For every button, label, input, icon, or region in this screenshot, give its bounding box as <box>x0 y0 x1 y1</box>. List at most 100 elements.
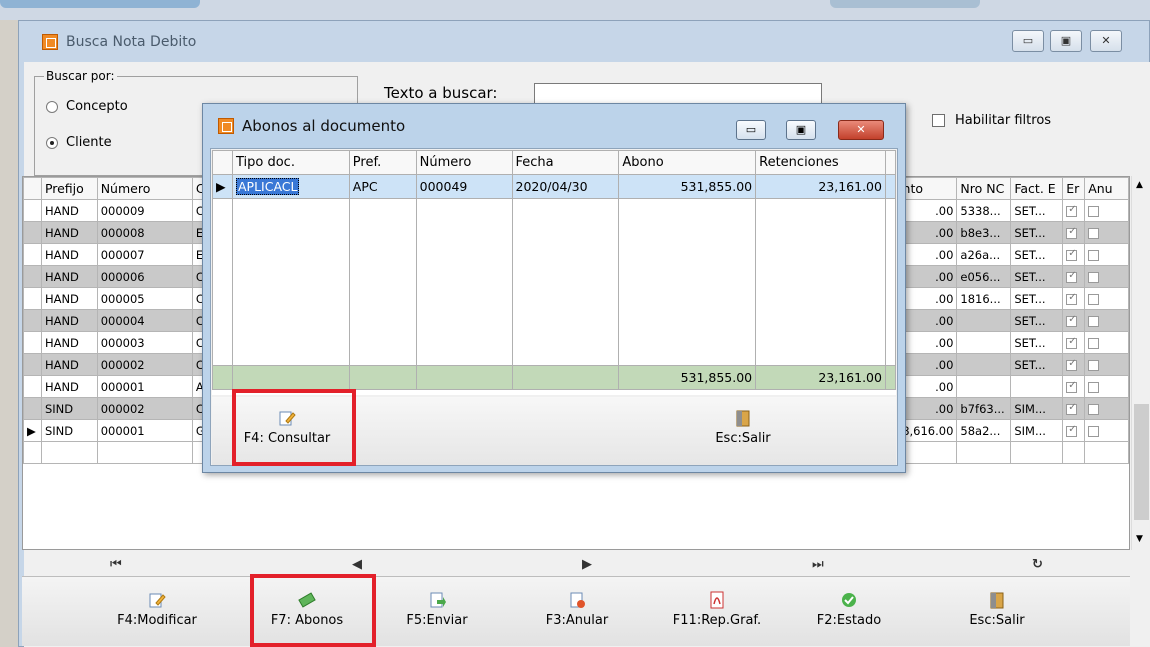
maximize-button[interactable]: ▣ <box>1050 30 1082 52</box>
cell-prefijo[interactable]: HAND <box>40 353 98 376</box>
col-header-fecha[interactable]: Fecha <box>511 150 620 175</box>
col-header-numero[interactable]: Número <box>96 177 193 200</box>
cell-enviado[interactable] <box>1062 419 1086 442</box>
col-header-prefijo[interactable]: Prefijo <box>40 177 98 200</box>
cell-abono[interactable]: 531,855.00 <box>618 174 757 199</box>
anular-button[interactable]: F3:Anular <box>522 591 632 628</box>
search-input[interactable] <box>534 83 822 105</box>
cell-fact-e[interactable]: SIM... <box>1010 419 1064 442</box>
last-record-icon[interactable]: ⏭ <box>812 557 824 572</box>
cell-nro-nc[interactable]: e056... <box>956 265 1012 288</box>
dialog-close-button[interactable]: ✕ <box>838 120 884 140</box>
enviado-checkbox[interactable] <box>1066 270 1078 283</box>
col-header-enviado[interactable]: Er <box>1062 177 1086 200</box>
cell-prefijo[interactable]: HAND <box>40 199 98 222</box>
enviado-checkbox[interactable] <box>1066 226 1078 239</box>
cell-anulado[interactable] <box>1084 397 1129 420</box>
prev-record-icon[interactable]: ◀ <box>352 557 362 572</box>
dialog-salir-button[interactable]: Esc:Salir <box>688 409 798 446</box>
cell-anulado[interactable] <box>1084 221 1129 244</box>
cell-anulado[interactable] <box>1084 419 1129 442</box>
cell-enviado[interactable] <box>1062 353 1086 376</box>
cell-pref[interactable]: APC <box>348 174 417 199</box>
col-header-numero[interactable]: Número <box>415 150 513 175</box>
cell-numero[interactable]: 000006 <box>96 265 193 288</box>
cell-enviado[interactable] <box>1062 265 1086 288</box>
cell-enviado[interactable] <box>1062 243 1086 266</box>
cell-fact-e[interactable]: SET... <box>1010 309 1064 332</box>
col-header-anulado[interactable]: Anu <box>1084 177 1129 200</box>
anulado-checkbox[interactable] <box>1088 227 1100 239</box>
cell-anulado[interactable] <box>1084 243 1129 266</box>
minimize-button[interactable]: ▭ <box>1012 30 1044 52</box>
cell-enviado[interactable] <box>1062 199 1086 222</box>
table-row[interactable]: ▶ APLICACL APC 000049 2020/04/30 531,855… <box>212 174 897 199</box>
salir-button[interactable]: Esc:Salir <box>942 591 1052 628</box>
rep-graf-button[interactable]: F11:Rep.Graf. <box>662 591 772 628</box>
col-header-retenciones[interactable]: Retenciones <box>755 150 886 175</box>
cell-enviado[interactable] <box>1062 331 1086 354</box>
cell-anulado[interactable] <box>1084 353 1129 376</box>
cell-prefijo[interactable]: SIND <box>40 397 98 420</box>
cell-anulado[interactable] <box>1084 287 1129 310</box>
cell-fact-e[interactable]: SET... <box>1010 221 1064 244</box>
anulado-checkbox[interactable] <box>1088 315 1100 327</box>
col-header-nro-nc[interactable]: Nro NC <box>956 177 1012 200</box>
enviado-checkbox[interactable] <box>1066 204 1078 217</box>
enviado-checkbox[interactable] <box>1066 336 1078 349</box>
refresh-icon[interactable]: ↻ <box>1032 557 1043 572</box>
enviado-checkbox[interactable] <box>1066 424 1078 437</box>
radio-concepto[interactable]: Concepto <box>46 99 128 114</box>
cell-fact-e[interactable]: SET... <box>1010 265 1064 288</box>
dialog-minimize-button[interactable]: ▭ <box>736 120 766 140</box>
cell-enviado[interactable] <box>1062 375 1086 398</box>
cell-prefijo[interactable]: HAND <box>40 221 98 244</box>
estado-button[interactable]: F2:Estado <box>794 591 904 628</box>
cell-nro-nc[interactable]: 1816... <box>956 287 1012 310</box>
cell-nro-nc[interactable] <box>956 331 1012 354</box>
cell-retenciones[interactable]: 23,161.00 <box>755 174 886 199</box>
cell-anulado[interactable] <box>1084 309 1129 332</box>
scrollbar-thumb[interactable] <box>1134 404 1149 520</box>
cell-tipo[interactable]: APLICACL <box>231 174 350 199</box>
enviado-checkbox[interactable] <box>1066 380 1078 393</box>
cell-prefijo[interactable]: HAND <box>40 309 98 332</box>
radio-cliente[interactable]: Cliente <box>46 135 112 150</box>
enviar-button[interactable]: F5:Enviar <box>382 591 492 628</box>
cell-numero[interactable]: 000002 <box>96 353 193 376</box>
cell-anulado[interactable] <box>1084 331 1129 354</box>
next-record-icon[interactable]: ▶ <box>582 557 592 572</box>
anulado-checkbox[interactable] <box>1088 381 1100 393</box>
anulado-checkbox[interactable] <box>1088 205 1100 217</box>
cell-numero[interactable]: 000009 <box>96 199 193 222</box>
cell-nro-nc[interactable]: 5338... <box>956 199 1012 222</box>
anulado-checkbox[interactable] <box>1088 359 1100 371</box>
modificar-button[interactable]: F4:Modificar <box>102 591 212 628</box>
cell-prefijo[interactable]: SIND <box>40 419 98 442</box>
cell-fact-e[interactable]: SIM... <box>1010 397 1064 420</box>
cell-nro-nc[interactable] <box>956 309 1012 332</box>
cell-fact-e[interactable]: SET... <box>1010 199 1064 222</box>
cell-fact-e[interactable]: SET... <box>1010 287 1064 310</box>
enviado-checkbox[interactable] <box>1066 314 1078 327</box>
cell-numero[interactable]: 000003 <box>96 331 193 354</box>
cell-fecha[interactable]: 2020/04/30 <box>511 174 620 199</box>
cell-numero[interactable]: 000007 <box>96 243 193 266</box>
filter-toggle[interactable]: Habilitar filtros <box>932 113 1051 128</box>
cell-nro-nc[interactable]: a26a... <box>956 243 1012 266</box>
cell-numero[interactable]: 000049 <box>415 174 513 199</box>
col-header-fact-e[interactable]: Fact. E <box>1010 177 1064 200</box>
cell-prefijo[interactable]: HAND <box>40 375 98 398</box>
anulado-checkbox[interactable] <box>1088 425 1100 437</box>
cell-prefijo[interactable]: HAND <box>40 265 98 288</box>
cell-numero[interactable]: 000005 <box>96 287 193 310</box>
cell-enviado[interactable] <box>1062 221 1086 244</box>
cell-prefijo[interactable]: HAND <box>40 243 98 266</box>
col-header-tipo-doc[interactable]: Tipo doc. <box>231 150 350 175</box>
cell-fact-e[interactable] <box>1010 375 1064 398</box>
cell-numero[interactable]: 000001 <box>96 419 193 442</box>
cell-fact-e[interactable]: SET... <box>1010 243 1064 266</box>
cell-numero[interactable]: 000004 <box>96 309 193 332</box>
cell-numero[interactable]: 000001 <box>96 375 193 398</box>
anulado-checkbox[interactable] <box>1088 249 1100 261</box>
